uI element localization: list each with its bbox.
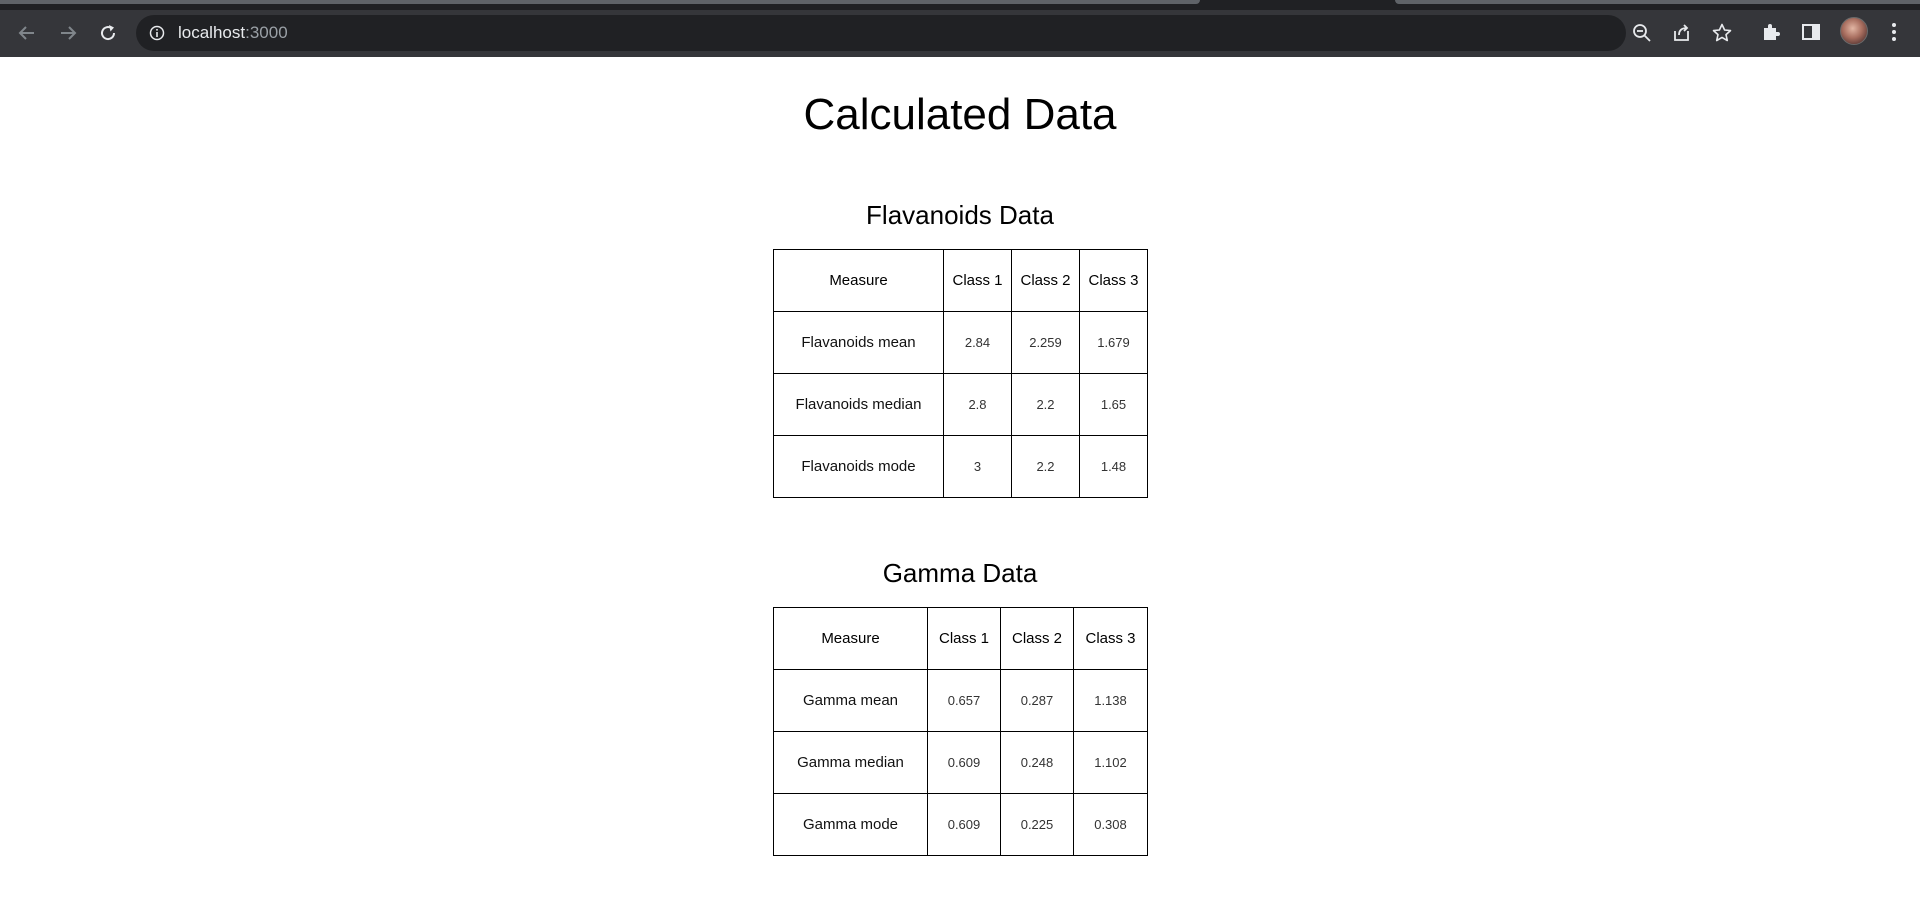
- back-arrow-icon: [18, 26, 34, 40]
- table-row: Flavanoids mean 2.84 2.259 1.679: [773, 311, 1148, 374]
- measure-cell: Gamma mean: [773, 669, 928, 732]
- table-header-row: Measure Class 1 Class 2 Class 3: [773, 249, 1148, 312]
- url-port: :3000: [245, 23, 288, 42]
- table-row: Flavanoids median 2.8 2.2 1.65: [773, 373, 1148, 436]
- value-cell: 1.48: [1079, 435, 1148, 498]
- url-host: localhost: [178, 23, 246, 42]
- column-header: Class 3: [1079, 249, 1148, 312]
- bookmark-star-icon[interactable]: [1711, 22, 1733, 44]
- value-cell: 2.84: [943, 311, 1012, 374]
- menu-kebab-icon[interactable]: [1882, 20, 1906, 44]
- table-row: Gamma median 0.609 0.248 1.102: [773, 731, 1148, 794]
- column-header: Class 1: [943, 249, 1012, 312]
- value-cell: 0.609: [927, 731, 1001, 794]
- measure-cell: Flavanoids median: [773, 373, 944, 436]
- browser-chrome: localhost:3000: [0, 0, 1920, 57]
- table-row: Gamma mean 0.657 0.287 1.138: [773, 669, 1148, 732]
- column-header: Class 1: [927, 607, 1001, 670]
- reload-icon: [101, 25, 116, 41]
- value-cell: 2.8: [943, 373, 1012, 436]
- value-cell: 2.259: [1011, 311, 1080, 374]
- site-info-icon[interactable]: [149, 25, 165, 41]
- value-cell: 0.248: [1000, 731, 1074, 794]
- value-cell: 1.679: [1079, 311, 1148, 374]
- browser-toolbar: localhost:3000: [0, 10, 1920, 57]
- tab-strip: [0, 0, 1920, 10]
- gamma-section-title: Gamma Data: [882, 558, 1038, 588]
- value-cell: 1.102: [1073, 731, 1148, 794]
- value-cell: 0.657: [927, 669, 1001, 732]
- measure-cell: Flavanoids mean: [773, 311, 944, 374]
- column-header: Class 2: [1011, 249, 1080, 312]
- page-title: Calculated Data: [803, 90, 1117, 139]
- url-text[interactable]: localhost:3000: [178, 15, 288, 51]
- table-row: Flavanoids mode 3 2.2 1.48: [773, 435, 1148, 498]
- tab-other[interactable]: [1395, 0, 1920, 4]
- value-cell: 1.65: [1079, 373, 1148, 436]
- measure-cell: Flavanoids mode: [773, 435, 944, 498]
- value-cell: 1.138: [1073, 669, 1148, 732]
- column-header: Measure: [773, 249, 944, 312]
- forward-arrow-icon: [61, 26, 77, 40]
- share-icon[interactable]: [1671, 22, 1693, 44]
- gamma-table: Measure Class 1 Class 2 Class 3 Gamma me…: [773, 607, 1148, 856]
- page-content: Calculated Data Flavanoids Data Measure …: [0, 57, 1920, 911]
- value-cell: 0.225: [1000, 793, 1074, 856]
- value-cell: 2.2: [1011, 373, 1080, 436]
- value-cell: 0.308: [1073, 793, 1148, 856]
- flavanoids-table: Measure Class 1 Class 2 Class 3 Flavanoi…: [773, 249, 1148, 498]
- column-header: Measure: [773, 607, 928, 670]
- tab-active[interactable]: [0, 0, 1200, 4]
- value-cell: 0.287: [1000, 669, 1074, 732]
- extensions-icon[interactable]: [1759, 20, 1783, 44]
- table-header-row: Measure Class 1 Class 2 Class 3: [773, 607, 1148, 670]
- column-header: Class 3: [1073, 607, 1148, 670]
- measure-cell: Gamma median: [773, 731, 928, 794]
- flavanoids-section-title: Flavanoids Data: [866, 200, 1054, 230]
- address-bar[interactable]: localhost:3000: [136, 15, 1732, 51]
- zoom-icon[interactable]: [1631, 22, 1653, 44]
- value-cell: 3: [943, 435, 1012, 498]
- reload-button[interactable]: [93, 18, 123, 48]
- forward-button[interactable]: [53, 18, 83, 48]
- back-button[interactable]: [12, 18, 42, 48]
- value-cell: 2.2: [1011, 435, 1080, 498]
- profile-avatar[interactable]: [1840, 17, 1868, 45]
- table-row: Gamma mode 0.609 0.225 0.308: [773, 793, 1148, 856]
- value-cell: 0.609: [927, 793, 1001, 856]
- measure-cell: Gamma mode: [773, 793, 928, 856]
- side-panel-icon[interactable]: [1799, 20, 1823, 44]
- column-header: Class 2: [1000, 607, 1074, 670]
